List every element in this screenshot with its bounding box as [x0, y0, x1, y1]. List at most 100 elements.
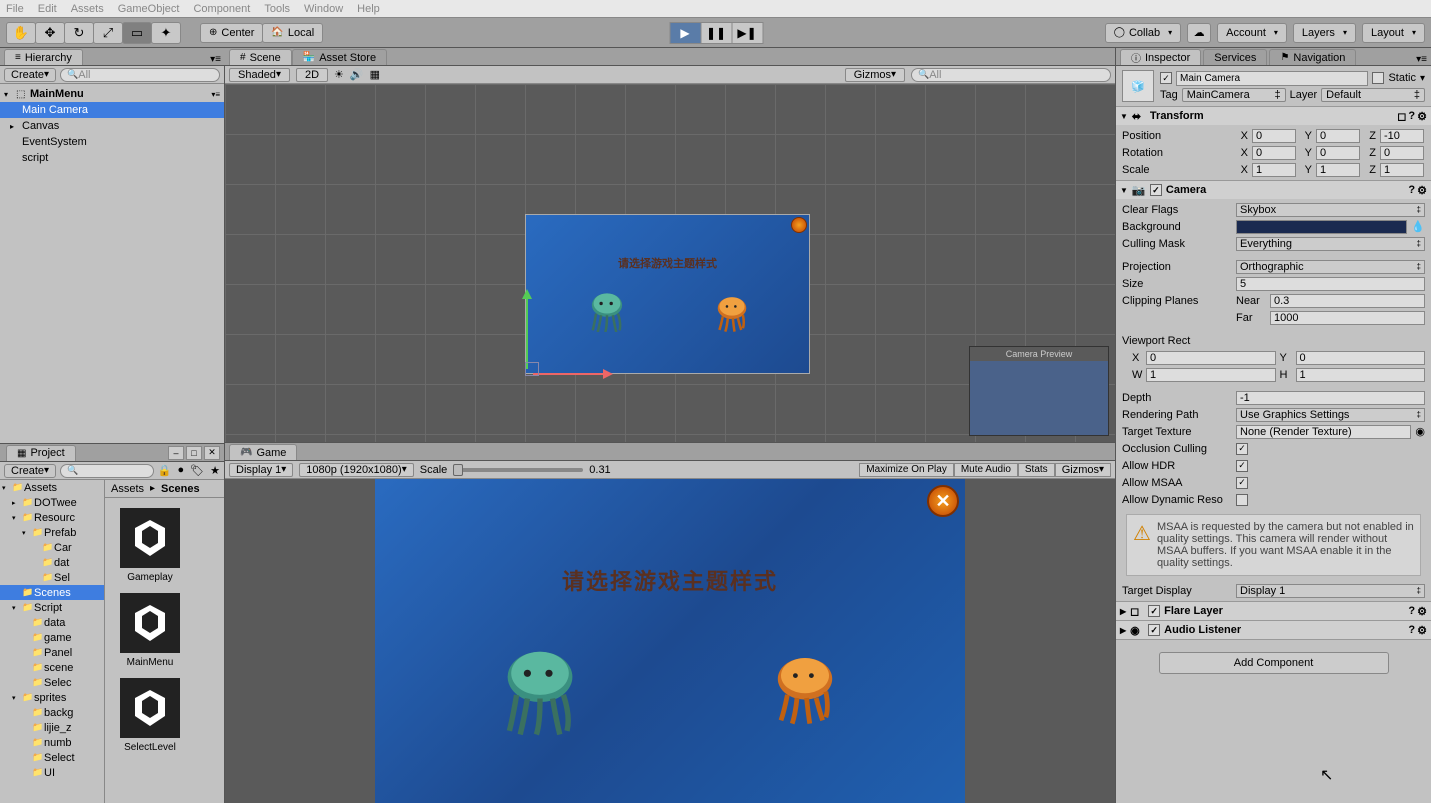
menu-edit[interactable]: Edit — [38, 3, 57, 15]
background-color[interactable] — [1236, 220, 1407, 234]
menu-file[interactable]: File — [6, 3, 24, 15]
eyedropper-icon[interactable]: 💧 — [1411, 220, 1425, 234]
help-icon[interactable]: ? — [1408, 624, 1415, 637]
project-tree-row[interactable]: 📁Panel — [0, 645, 104, 660]
pos-y[interactable]: 0 — [1316, 129, 1360, 143]
project-tree-row[interactable]: ▾📁Assets — [0, 480, 104, 495]
rot-x[interactable]: 0 — [1252, 146, 1296, 160]
reset-icon[interactable]: ◻ — [1397, 110, 1406, 123]
maximize-toggle[interactable]: Maximize On Play — [859, 463, 954, 477]
navigation-tab[interactable]: ⚑ Navigation — [1269, 49, 1356, 65]
projection[interactable]: Orthographic — [1236, 260, 1425, 274]
scene-viewport[interactable]: 请选择游戏主题样式 Camera Preview — [225, 84, 1115, 442]
layer-dropdown[interactable]: Default‡ — [1321, 88, 1425, 102]
menu-gameobject[interactable]: GameObject — [118, 3, 180, 15]
hand-tool[interactable]: ✋ — [6, 22, 36, 44]
static-checkbox[interactable] — [1372, 72, 1384, 84]
project-tree-row[interactable]: 📁game — [0, 630, 104, 645]
project-tree-row[interactable]: 📁Car — [0, 540, 104, 555]
play-button[interactable]: ▶ — [669, 22, 701, 44]
add-component-button[interactable]: Add Component — [1159, 652, 1389, 674]
project-tab[interactable]: ▦ Project — [6, 445, 76, 461]
project-tree-row[interactable]: ▾📁Script — [0, 600, 104, 615]
tag-dropdown[interactable]: MainCamera‡ — [1182, 88, 1286, 102]
scene-canvas[interactable]: 请选择游戏主题样式 — [525, 214, 810, 374]
flare-enabled[interactable]: ✓ — [1148, 605, 1160, 617]
project-tree-row[interactable]: 📁UI — [0, 765, 104, 780]
inspector-menu-icon[interactable]: ▾≡ — [1416, 54, 1427, 65]
project-tree-row[interactable]: ▾📁Resourc — [0, 510, 104, 525]
object-picker-icon[interactable]: ◉ — [1415, 425, 1425, 438]
project-close[interactable]: ✕ — [204, 446, 220, 460]
rot-z[interactable]: 0 — [1380, 146, 1424, 160]
active-checkbox[interactable]: ✓ — [1160, 72, 1172, 84]
gear-icon[interactable]: ⚙ — [1417, 605, 1427, 618]
scene-search[interactable]: 🔍All — [911, 68, 1111, 82]
rendering-path[interactable]: Use Graphics Settings — [1236, 408, 1425, 422]
mute-toggle[interactable]: Mute Audio — [954, 463, 1018, 477]
menubar[interactable]: File Edit Assets GameObject Component To… — [0, 0, 1431, 18]
display-dropdown[interactable]: Display 1 ▾ — [229, 463, 293, 477]
scl-y[interactable]: 1 — [1316, 163, 1360, 177]
vrect-x[interactable]: 0 — [1146, 351, 1276, 365]
project-tree-row[interactable]: 📁lijie_z — [0, 720, 104, 735]
shading-dropdown[interactable]: Shaded ▾ — [229, 68, 290, 82]
rotate-tool[interactable]: ↻ — [64, 22, 94, 44]
collab-dropdown[interactable]: ◯ Collab — [1105, 23, 1181, 43]
clip-far[interactable]: 1000 — [1270, 311, 1425, 325]
fx-icon[interactable]: ▦ — [370, 68, 380, 81]
gameobject-name-field[interactable] — [1176, 71, 1368, 86]
hierarchy-menu-icon[interactable]: ▾≡ — [210, 54, 221, 65]
pause-button[interactable]: ❚❚ — [700, 22, 732, 44]
audio-icon[interactable]: 🔊 — [350, 68, 364, 81]
gear-icon[interactable]: ⚙ — [1417, 624, 1427, 637]
allow-hdr[interactable]: ✓ — [1236, 460, 1248, 472]
scale-slider[interactable] — [453, 468, 583, 472]
scl-x[interactable]: 1 — [1252, 163, 1296, 177]
project-tree-row[interactable]: ▾📁Prefab — [0, 525, 104, 540]
filter-star-icon[interactable]: ★ — [210, 464, 220, 477]
vrect-y[interactable]: 0 — [1296, 351, 1426, 365]
vrect-h[interactable]: 1 — [1296, 368, 1426, 382]
clip-near[interactable]: 0.3 — [1270, 294, 1425, 308]
occlusion-culling[interactable]: ✓ — [1236, 443, 1248, 455]
scale-tool[interactable]: ⤢ — [93, 22, 123, 44]
project-min[interactable]: – — [168, 446, 184, 460]
allow-dynamic-reso[interactable] — [1236, 494, 1248, 506]
project-tree[interactable]: ▾📁Assets▸📁DOTwee▾📁Resourc▾📁Prefab📁Car📁da… — [0, 480, 105, 803]
project-create[interactable]: Create ▾ — [4, 464, 56, 478]
menu-assets[interactable]: Assets — [71, 3, 104, 15]
project-item[interactable]: SelectLevel — [115, 678, 185, 753]
stats-toggle[interactable]: Stats — [1018, 463, 1055, 477]
project-search[interactable]: 🔍 — [60, 464, 154, 478]
menu-window[interactable]: Window — [304, 3, 343, 15]
game-tab[interactable]: 🎮 Game — [229, 444, 297, 460]
project-tree-row[interactable]: 📁scene — [0, 660, 104, 675]
pivot-local[interactable]: 🏠 Local — [262, 23, 323, 43]
services-tab[interactable]: Services — [1203, 49, 1267, 65]
hierarchy-create[interactable]: Create ▾ — [4, 68, 56, 82]
project-tree-row[interactable]: ▸📁DOTwee — [0, 495, 104, 510]
vrect-w[interactable]: 1 — [1146, 368, 1276, 382]
camera-enabled[interactable]: ✓ — [1150, 184, 1162, 196]
hierarchy-item-canvas[interactable]: ▸Canvas — [0, 118, 224, 134]
project-item[interactable]: Gameplay — [115, 508, 185, 583]
project-item[interactable]: MainMenu — [115, 593, 185, 668]
pivot-center[interactable]: ⊕ Center — [200, 23, 263, 43]
project-tree-row[interactable]: 📁Scenes — [0, 585, 104, 600]
account-dropdown[interactable]: Account — [1217, 23, 1287, 43]
project-tree-row[interactable]: 📁Sel — [0, 570, 104, 585]
gear-icon[interactable]: ⚙ — [1417, 184, 1427, 197]
target-display[interactable]: Display 1 — [1236, 584, 1425, 598]
project-breadcrumb[interactable]: Assets ▸ Scenes — [105, 480, 224, 498]
help-icon[interactable]: ? — [1408, 184, 1415, 197]
resolution-dropdown[interactable]: 1080p (1920x1080) ▾ — [299, 463, 413, 477]
ortho-size[interactable]: 5 — [1236, 277, 1425, 291]
scl-z[interactable]: 1 — [1380, 163, 1424, 177]
menu-tools[interactable]: Tools — [264, 3, 290, 15]
light-icon[interactable]: ☀ — [334, 68, 344, 81]
gizmos-dropdown[interactable]: Gizmos ▾ — [845, 68, 905, 82]
depth[interactable]: -1 — [1236, 391, 1425, 405]
audio-enabled[interactable]: ✓ — [1148, 624, 1160, 636]
hierarchy-tab[interactable]: ≡ Hierarchy — [4, 49, 83, 65]
